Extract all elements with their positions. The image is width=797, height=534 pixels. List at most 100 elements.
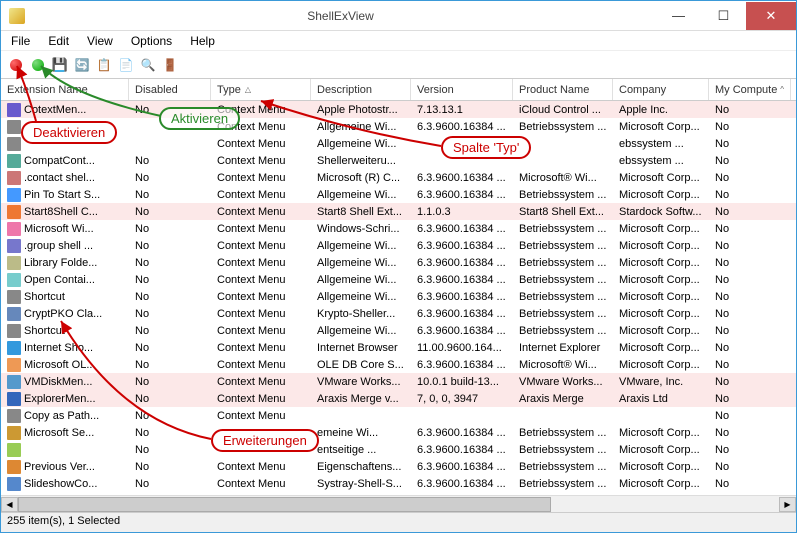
- cell-mycomputer: No: [709, 341, 791, 355]
- row-icon: [7, 103, 21, 117]
- cell-name: Pin To Start S...: [24, 189, 100, 201]
- col-product-name[interactable]: Product Name: [513, 79, 613, 100]
- table-row[interactable]: Microsoft Wi...NoContext MenuWindows-Sch…: [1, 220, 796, 237]
- exit-button[interactable]: [161, 56, 179, 74]
- titlebar[interactable]: ShellExView — ☐ ✕: [1, 1, 796, 31]
- cell-type: Context Menu: [211, 409, 311, 423]
- copy-button[interactable]: [95, 56, 113, 74]
- cell-mycomputer: No: [709, 477, 791, 491]
- cell-company: Microsoft Corp...: [613, 256, 709, 270]
- table-row[interactable]: VMDiskMen...NoContext MenuVMware Works..…: [1, 373, 796, 390]
- cell-version: 6.3.9600.16384 ...: [411, 307, 513, 321]
- cell-disabled: No: [129, 460, 211, 474]
- table-row[interactable]: Pin To Start S...NoContext MenuAllgemein…: [1, 186, 796, 203]
- cell-name: Open Contai...: [24, 274, 95, 286]
- col-extension-name[interactable]: Extension Name: [1, 79, 129, 100]
- cell-description: Allgemeine Wi...: [311, 256, 411, 270]
- table-row[interactable]: Microsoft OL...NoContext MenuOLE DB Core…: [1, 356, 796, 373]
- table-row[interactable]: .contact shel...NoContext MenuMicrosoft …: [1, 169, 796, 186]
- cell-disabled: No: [129, 358, 211, 372]
- cell-mycomputer: No: [709, 290, 791, 304]
- col-disabled[interactable]: Disabled: [129, 79, 211, 100]
- row-icon: [7, 443, 21, 457]
- cell-disabled: No: [129, 256, 211, 270]
- scroll-left-button[interactable]: ◀: [1, 497, 18, 512]
- status-text: 255 item(s), 1 Selected: [7, 515, 120, 527]
- table-row[interactable]: Context MenuAllgemeine Wi...ebssystem ..…: [1, 135, 796, 152]
- cell-mycomputer: No: [709, 120, 791, 134]
- save-button[interactable]: [51, 56, 69, 74]
- menu-help[interactable]: Help: [182, 32, 223, 50]
- table-row[interactable]: Previous Ver...NoContext MenuEigenschaft…: [1, 458, 796, 475]
- cell-name: VMDiskMen...: [24, 376, 92, 388]
- cell-description: Allgemeine Wi...: [311, 137, 411, 151]
- cell-disabled: No: [129, 426, 211, 440]
- cell-type: Context Menu: [211, 341, 311, 355]
- cell-type: Context Menu: [211, 358, 311, 372]
- cell-product: Betriebssystem ...: [513, 477, 613, 491]
- cell-name: .contact shel...: [24, 172, 95, 184]
- scroll-thumb[interactable]: [18, 497, 551, 512]
- find-button[interactable]: [139, 56, 157, 74]
- cell-disabled: No: [129, 103, 211, 117]
- cell-description: Allgemeine Wi...: [311, 188, 411, 202]
- table-row[interactable]: Library Folde...NoContext MenuAllgemeine…: [1, 254, 796, 271]
- disable-button[interactable]: [7, 56, 25, 74]
- table-row[interactable]: Context MenuAllgemeine Wi...6.3.9600.163…: [1, 118, 796, 135]
- cell-description: Shellerweiteru...: [311, 154, 411, 168]
- horizontal-scrollbar[interactable]: ◀ ▶: [1, 495, 796, 512]
- col-company[interactable]: Company: [613, 79, 709, 100]
- menu-file[interactable]: File: [3, 32, 38, 50]
- row-icon: [7, 392, 21, 406]
- table-row[interactable]: Copy as Path...NoContext MenuNo: [1, 407, 796, 424]
- cell-disabled: No: [129, 324, 211, 338]
- cell-company: Microsoft Corp...: [613, 239, 709, 253]
- row-icon: [7, 324, 21, 338]
- cell-type: Context Menu: [211, 273, 311, 287]
- cell-disabled: No: [129, 341, 211, 355]
- cell-name: Shortcut: [24, 325, 65, 337]
- table-row[interactable]: ShortcutNoContext MenuAllgemeine Wi...6.…: [1, 288, 796, 305]
- cell-product: Araxis Merge: [513, 392, 613, 406]
- table-row[interactable]: Internet Sho...NoContext MenuInternet Br…: [1, 339, 796, 356]
- cell-type: [211, 449, 311, 451]
- table-row[interactable]: ShortcutNoContext MenuAllgemeine Wi...6.…: [1, 322, 796, 339]
- cell-description: OLE DB Core S...: [311, 358, 411, 372]
- table-row[interactable]: .group shell ...NoContext MenuAllgemeine…: [1, 237, 796, 254]
- table-row[interactable]: Open Contai...NoContext MenuAllgemeine W…: [1, 271, 796, 288]
- cell-type: Context Menu: [211, 120, 311, 134]
- col-my-computer[interactable]: My Compute^: [709, 79, 791, 100]
- cell-product: Betriebssystem ...: [513, 120, 613, 134]
- cell-version: 6.3.9600.16384 ...: [411, 290, 513, 304]
- table-row[interactable]: Start8Shell C...NoContext MenuStart8 She…: [1, 203, 796, 220]
- cell-mycomputer: No: [709, 222, 791, 236]
- menu-options[interactable]: Options: [123, 32, 180, 50]
- close-button[interactable]: ✕: [746, 2, 796, 30]
- table-row[interactable]: ExplorerMen...NoContext MenuAraxis Merge…: [1, 390, 796, 407]
- cell-name: Start8Shell C...: [24, 206, 98, 218]
- scroll-track[interactable]: [18, 497, 779, 512]
- minimize-button[interactable]: —: [656, 2, 701, 30]
- cell-mycomputer: No: [709, 188, 791, 202]
- cell-product: [513, 415, 613, 417]
- table-row[interactable]: CryptPKO Cla...NoContext MenuKrypto-Shel…: [1, 305, 796, 322]
- col-version[interactable]: Version: [411, 79, 513, 100]
- enable-button[interactable]: [29, 56, 47, 74]
- table-row[interactable]: Co textMen...NoContext MenuApple Photost…: [1, 101, 796, 118]
- cell-product: Betriebssystem ...: [513, 443, 613, 457]
- properties-button[interactable]: [117, 56, 135, 74]
- col-type[interactable]: Type△: [211, 79, 311, 100]
- scroll-right-button[interactable]: ▶: [779, 497, 796, 512]
- cell-mycomputer: No: [709, 171, 791, 185]
- maximize-button[interactable]: ☐: [701, 2, 746, 30]
- table-row[interactable]: Microsoft Se...Noemeine Wi...6.3.9600.16…: [1, 424, 796, 441]
- refresh-button[interactable]: [73, 56, 91, 74]
- table-row[interactable]: Noentseitige ...6.3.9600.16384 ...Betrie…: [1, 441, 796, 458]
- cell-company: Microsoft Corp...: [613, 358, 709, 372]
- col-description[interactable]: Description: [311, 79, 411, 100]
- cell-name: Previous Ver...: [24, 461, 95, 473]
- table-row[interactable]: SlideshowCo...NoContext MenuSystray-Shel…: [1, 475, 796, 492]
- menu-edit[interactable]: Edit: [40, 32, 77, 50]
- menu-view[interactable]: View: [79, 32, 121, 50]
- table-row[interactable]: CompatCont...NoContext MenuShellerweiter…: [1, 152, 796, 169]
